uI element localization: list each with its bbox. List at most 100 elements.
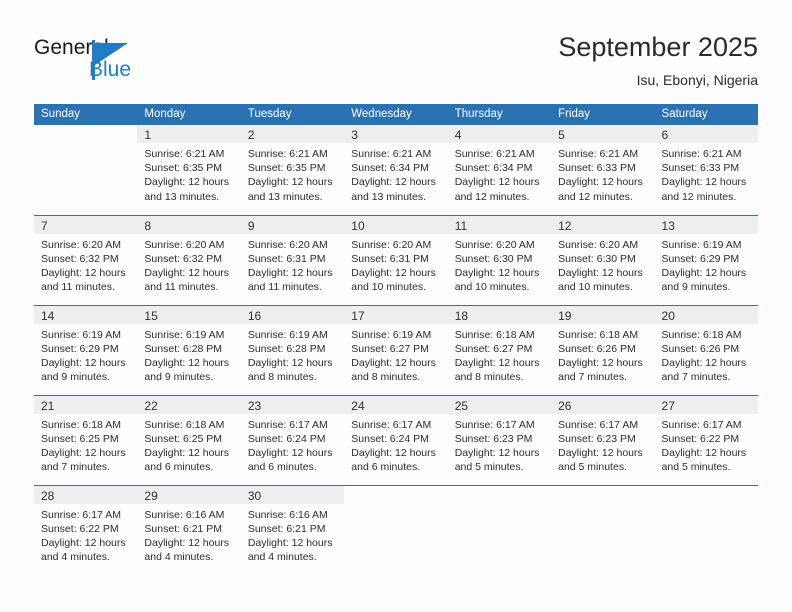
sunrise-text: Sunrise: 6:21 AM bbox=[351, 148, 432, 160]
daylight-text-line2: and 12 minutes. bbox=[661, 190, 737, 203]
calendar-day-cell[interactable]: 21 Sunrise: 6:18 AM Sunset: 6:25 PM Dayligh… bbox=[34, 394, 138, 485]
calendar-day-cell[interactable]: 27 Sunrise: 6:17 AM Sunset: 6:22 PM Dayligh… bbox=[654, 394, 758, 485]
sunrise-text: Sunrise: 6:16 AM bbox=[144, 508, 225, 521]
weekday-header-sunday: Sunday bbox=[34, 104, 138, 125]
sunset-text: Sunset: 6:24 PM bbox=[247, 432, 326, 445]
daylight-text-line2: and 7 minutes. bbox=[558, 371, 627, 384]
calendar-day-cell[interactable]: 2 Sunrise: 6:21 AM Sunset: 6:35 PM Daylight… bbox=[240, 125, 345, 215]
sunrise-text: Sunrise: 6:21 AM bbox=[661, 148, 742, 160]
calendar-day-cell[interactable]: 13 Sunrise: 6:19 AM Sunset: 6:29 PM Dayligh… bbox=[654, 214, 758, 305]
day-details: Sunrise: 6:20 AM Sunset: 6:30 PM Daylight:… bbox=[551, 234, 654, 295]
day-details: Sunrise: 6:21 AM Sunset: 6:33 PM Daylight:… bbox=[655, 143, 758, 204]
day-number-band: 6 bbox=[654, 125, 758, 143]
sunset-text: Sunset: 6:32 PM bbox=[144, 252, 223, 265]
day-number-band bbox=[344, 486, 447, 504]
daylight-text-line1: Daylight: 12 hours bbox=[351, 176, 436, 189]
calendar-day-cell[interactable]: 17 Sunrise: 6:19 AM Sunset: 6:27 PM Dayligh… bbox=[344, 304, 448, 395]
calendar-day-cell[interactable]: 15 Sunrise: 6:19 AM Sunset: 6:28 PM Dayligh… bbox=[137, 304, 241, 395]
day-details: Sunrise: 6:20 AM Sunset: 6:32 PM Daylight:… bbox=[34, 234, 137, 295]
calendar-day-cell[interactable]: 22 Sunrise: 6:18 AM Sunset: 6:25 PM Dayligh… bbox=[137, 394, 241, 485]
calendar-day-cell[interactable]: 30 Sunrise: 6:16 AM Sunset: 6:21 PM Dayligh… bbox=[240, 484, 345, 575]
calendar-day-cell[interactable]: 20 Sunrise: 6:18 AM Sunset: 6:26 PM Dayligh… bbox=[654, 304, 758, 395]
day-number: 27 bbox=[661, 398, 675, 413]
daylight-text-line2: and 6 minutes. bbox=[144, 461, 214, 474]
day-number-band: 17 bbox=[344, 305, 448, 324]
calendar-grid: Sunday Monday Tuesday Wednesday Thursday… bbox=[34, 104, 758, 575]
day-number-band: 13 bbox=[654, 215, 758, 234]
calendar-day-cell[interactable]: 1 Sunrise: 6:21 AM Sunset: 6:35 PM Daylight… bbox=[137, 125, 241, 215]
day-details: Sunrise: 6:21 AM Sunset: 6:34 PM Daylight:… bbox=[344, 143, 447, 204]
calendar-day-cell[interactable]: 4 Sunrise: 6:21 AM Sunset: 6:34 PM Daylight… bbox=[447, 125, 552, 215]
sunset-text: Sunset: 6:21 PM bbox=[247, 522, 326, 535]
day-number-band: 28 bbox=[34, 485, 138, 504]
sunrise-text: Sunrise: 6:17 AM bbox=[351, 418, 432, 431]
day-details: Sunrise: 6:21 AM Sunset: 6:33 PM Daylight:… bbox=[551, 143, 654, 204]
day-number-band: 24 bbox=[344, 395, 448, 414]
daylight-text-line1: Daylight: 12 hours bbox=[661, 356, 747, 369]
sunrise-text: Sunrise: 6:20 AM bbox=[144, 238, 225, 251]
sunset-text: Sunset: 6:22 PM bbox=[41, 522, 119, 535]
day-number-band: 25 bbox=[447, 395, 552, 414]
day-number-band: 26 bbox=[551, 395, 655, 414]
day-details: Sunrise: 6:18 AM Sunset: 6:26 PM Daylight:… bbox=[655, 324, 758, 385]
calendar-day-cell[interactable]: 25 Sunrise: 6:17 AM Sunset: 6:23 PM Dayligh… bbox=[447, 394, 552, 485]
calendar-day-cell[interactable]: 26 Sunrise: 6:17 AM Sunset: 6:23 PM Dayligh… bbox=[551, 394, 655, 485]
daylight-text-line1: Daylight: 12 hours bbox=[247, 356, 333, 369]
calendar-day-cell[interactable]: 14 Sunrise: 6:19 AM Sunset: 6:29 PM Dayligh… bbox=[34, 304, 138, 395]
weekday-header-wednesday: Wednesday bbox=[344, 104, 448, 125]
calendar-week-row: 14 Sunrise: 6:19 AM Sunset: 6:29 PM Dayligh… bbox=[34, 304, 758, 395]
daylight-text-line2: and 11 minutes. bbox=[247, 281, 322, 294]
sunrise-text: Sunrise: 6:18 AM bbox=[661, 328, 742, 341]
sunrise-text: Sunrise: 6:21 AM bbox=[454, 148, 535, 160]
calendar-day-cell-empty bbox=[551, 484, 655, 575]
day-details: Sunrise: 6:21 AM Sunset: 6:35 PM Daylight:… bbox=[137, 143, 240, 204]
sunrise-text: Sunrise: 6:17 AM bbox=[558, 418, 639, 431]
day-number: 9 bbox=[247, 218, 255, 233]
calendar-day-cell[interactable]: 29 Sunrise: 6:16 AM Sunset: 6:21 PM Dayligh… bbox=[137, 484, 241, 575]
calendar-day-cell[interactable]: 5 Sunrise: 6:21 AM Sunset: 6:33 PM Daylight… bbox=[551, 125, 655, 215]
day-number: 28 bbox=[41, 488, 55, 503]
daylight-text-line2: and 5 minutes. bbox=[558, 461, 627, 474]
calendar-day-cell[interactable]: 10 Sunrise: 6:20 AM Sunset: 6:31 PM Dayligh… bbox=[344, 214, 448, 305]
calendar-day-cell[interactable]: 28 Sunrise: 6:17 AM Sunset: 6:22 PM Dayligh… bbox=[34, 484, 138, 575]
daylight-text-line1: Daylight: 12 hours bbox=[41, 446, 126, 459]
calendar-day-cell[interactable]: 11 Sunrise: 6:20 AM Sunset: 6:30 PM Dayligh… bbox=[447, 214, 552, 305]
daylight-text-line1: Daylight: 12 hours bbox=[144, 536, 230, 549]
sunrise-text: Sunrise: 6:19 AM bbox=[247, 328, 328, 341]
calendar-day-cell[interactable]: 3 Sunrise: 6:21 AM Sunset: 6:34 PM Daylight… bbox=[344, 125, 448, 215]
day-number-band: 22 bbox=[137, 395, 241, 414]
day-number-band: 4 bbox=[447, 125, 552, 143]
calendar-day-cell-empty bbox=[344, 484, 448, 575]
calendar-day-cell[interactable]: 6 Sunrise: 6:21 AM Sunset: 6:33 PM Daylight… bbox=[654, 125, 758, 215]
calendar-day-cell[interactable]: 19 Sunrise: 6:18 AM Sunset: 6:26 PM Dayligh… bbox=[551, 304, 655, 395]
general-blue-logo[interactable]: General Blue bbox=[34, 36, 264, 86]
day-number-band: 14 bbox=[34, 305, 138, 324]
daylight-text-line1: Daylight: 12 hours bbox=[558, 176, 643, 189]
weekday-header-thursday: Thursday bbox=[447, 104, 552, 125]
day-details: Sunrise: 6:18 AM Sunset: 6:25 PM Daylight:… bbox=[34, 414, 137, 475]
day-details: Sunrise: 6:20 AM Sunset: 6:32 PM Daylight:… bbox=[137, 234, 240, 295]
calendar-day-cell[interactable]: 23 Sunrise: 6:17 AM Sunset: 6:24 PM Dayligh… bbox=[240, 394, 345, 485]
calendar-day-cell[interactable]: 8 Sunrise: 6:20 AM Sunset: 6:32 PM Daylight… bbox=[137, 214, 241, 305]
day-number: 30 bbox=[247, 488, 262, 503]
calendar-day-cell[interactable]: 24 Sunrise: 6:17 AM Sunset: 6:24 PM Dayligh… bbox=[344, 394, 448, 485]
calendar-day-cell[interactable]: 7 Sunrise: 6:20 AM Sunset: 6:32 PM Daylight… bbox=[34, 214, 138, 305]
daylight-text-line1: Daylight: 12 hours bbox=[247, 446, 333, 459]
calendar-day-cell[interactable]: 16 Sunrise: 6:19 AM Sunset: 6:28 PM Dayligh… bbox=[240, 304, 345, 395]
sunrise-text: Sunrise: 6:21 AM bbox=[144, 148, 225, 160]
calendar-day-cell[interactable]: 18 Sunrise: 6:18 AM Sunset: 6:27 PM Dayligh… bbox=[447, 304, 552, 395]
day-details: Sunrise: 6:17 AM Sunset: 6:23 PM Daylight:… bbox=[551, 414, 654, 475]
weekday-header-tuesday: Tuesday bbox=[240, 104, 345, 125]
daylight-text-line2: and 10 minutes. bbox=[351, 281, 426, 294]
daylight-text-line2: and 6 minutes. bbox=[247, 461, 317, 474]
day-details: Sunrise: 6:19 AM Sunset: 6:27 PM Daylight:… bbox=[344, 324, 447, 385]
sunset-text: Sunset: 6:29 PM bbox=[661, 252, 740, 265]
daylight-text-line2: and 4 minutes. bbox=[144, 551, 214, 564]
calendar-day-cell[interactable]: 9 Sunrise: 6:20 AM Sunset: 6:31 PM Daylight… bbox=[240, 214, 345, 305]
calendar-day-cell[interactable]: 12 Sunrise: 6:20 AM Sunset: 6:30 PM Dayligh… bbox=[551, 214, 655, 305]
daylight-text-line2: and 7 minutes. bbox=[661, 371, 731, 384]
daylight-text-line2: and 5 minutes. bbox=[661, 461, 731, 474]
sunrise-text: Sunrise: 6:19 AM bbox=[661, 238, 742, 251]
day-number: 29 bbox=[144, 488, 158, 503]
day-number-band: 27 bbox=[654, 395, 758, 414]
